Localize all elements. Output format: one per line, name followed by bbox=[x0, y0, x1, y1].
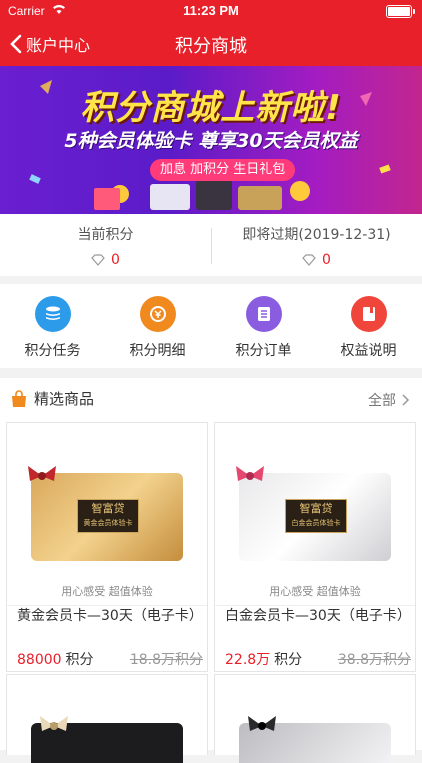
product-name: 白金会员卡—30天（电子卡） bbox=[225, 608, 411, 624]
action-label: 积分订单 bbox=[235, 343, 292, 359]
view-all-link[interactable]: 全部 bbox=[368, 390, 410, 410]
diamond-icon bbox=[91, 254, 105, 266]
view-all-label: 全部 bbox=[368, 393, 396, 409]
section-title: 精选商品 bbox=[34, 390, 95, 408]
points-summary: 当前积分 0 即将过期(2019-12-31) 0 bbox=[0, 214, 422, 276]
product-card[interactable]: 智富贷 黄金会员体验卡 用心感受 超值体验 黄金会员卡—30天（电子卡） 880… bbox=[6, 422, 208, 672]
ribbon-bow-icon bbox=[40, 716, 68, 731]
product-tagline: 用心感受 超值体验 bbox=[269, 585, 361, 598]
clock: 11:23 PM bbox=[183, 3, 239, 18]
book-icon bbox=[350, 296, 387, 332]
battery-icon bbox=[386, 5, 415, 18]
product-tagline: 用心感受 超值体验 bbox=[61, 585, 153, 598]
action-benefits-info[interactable]: 权益说明 bbox=[316, 296, 421, 360]
featured-products: 精选商品 全部 智富贷 黄金会员体验卡 用心感受 超值体验 黄金会员卡—30天（… bbox=[0, 378, 422, 763]
current-points: 当前积分 0 bbox=[0, 224, 211, 268]
banner-benefits-pill: 加息 加积分 生日礼包 bbox=[150, 159, 296, 181]
current-points-value: 0 bbox=[111, 252, 120, 268]
product-price: 88000 积分 bbox=[17, 652, 94, 668]
action-label: 积分任务 bbox=[24, 343, 81, 359]
status-bar: Carrier 11:23 PM bbox=[0, 0, 422, 22]
document-icon bbox=[245, 296, 282, 332]
ribbon-bow-icon bbox=[28, 466, 56, 481]
quick-actions: 积分任务 积分明细 积分订单 权益说明 bbox=[0, 284, 422, 368]
coin-icon bbox=[139, 296, 176, 332]
product-name: 黄金会员卡—30天（电子卡） bbox=[17, 608, 203, 624]
current-points-label: 当前积分 bbox=[77, 227, 134, 243]
expiring-points: 即将过期(2019-12-31) 0 bbox=[211, 224, 422, 268]
product-image: 智富贷 黄金会员体验卡 用心感受 超值体验 bbox=[7, 423, 207, 606]
chevron-right-icon bbox=[402, 394, 410, 406]
action-label: 积分明细 bbox=[129, 343, 186, 359]
database-icon bbox=[34, 296, 71, 332]
action-points-tasks[interactable]: 积分任务 bbox=[0, 296, 105, 360]
card-logo: 智富贷 白金会员体验卡 bbox=[285, 499, 347, 533]
action-label: 权益说明 bbox=[340, 343, 397, 359]
product-original-price: 38.8万积分 bbox=[337, 652, 411, 668]
action-points-orders[interactable]: 积分订单 bbox=[211, 296, 316, 360]
diamond-icon bbox=[302, 254, 316, 266]
card-logo: 智富贷 黄金会员体验卡 bbox=[77, 499, 139, 533]
action-points-details[interactable]: 积分明细 bbox=[105, 296, 210, 360]
expiring-points-value: 0 bbox=[322, 252, 331, 268]
product-card[interactable] bbox=[6, 674, 208, 763]
banner-headline: 积分商城上新啦! bbox=[80, 88, 342, 128]
product-card[interactable]: 智富贷 白金会员体验卡 用心感受 超值体验 白金会员卡—30天（电子卡） 22.… bbox=[214, 422, 416, 672]
page-title: 积分商城 bbox=[175, 36, 247, 57]
product-card[interactable] bbox=[214, 674, 416, 763]
ribbon-bow-icon bbox=[236, 466, 264, 481]
promo-banner[interactable]: 积分商城上新啦! 5种会员体验卡 尊享30天会员权益 加息 加积分 生日礼包 bbox=[0, 66, 422, 214]
product-price: 22.8万 积分 bbox=[225, 652, 303, 668]
banner-subhead: 5种会员体验卡 尊享30天会员权益 bbox=[64, 130, 358, 152]
product-image: 智富贷 白金会员体验卡 用心感受 超值体验 bbox=[215, 423, 415, 606]
product-original-price: 18.8万积分 bbox=[129, 652, 203, 668]
section-header: 精选商品 bbox=[10, 388, 94, 409]
ribbon-bow-icon bbox=[248, 716, 276, 731]
navigation-bar: 账户中心 积分商城 bbox=[0, 22, 422, 66]
shopping-bag-icon bbox=[12, 389, 26, 407]
expiring-points-label: 即将过期(2019-12-31) bbox=[242, 227, 391, 243]
